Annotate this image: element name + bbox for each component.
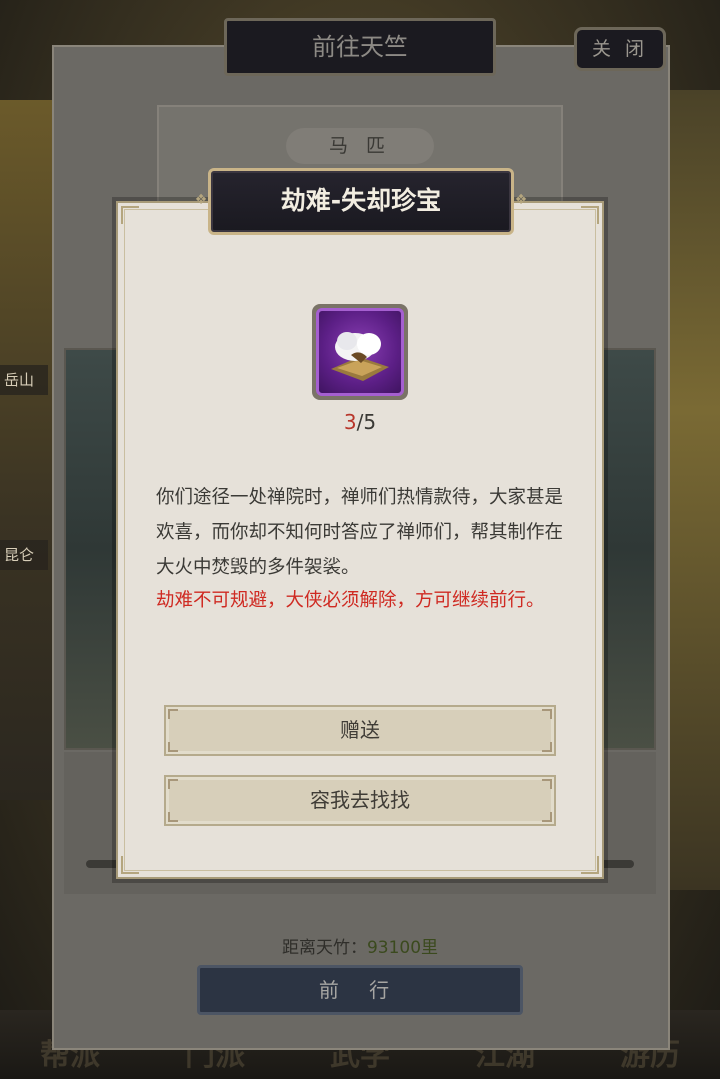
distance-label: 距离天竹： — [281, 938, 367, 958]
dialog-corner-ornament — [581, 856, 599, 874]
kasaya-item-icon — [316, 308, 404, 396]
left-map-strip — [0, 100, 55, 800]
map-location-label-1: 岳山 — [0, 365, 48, 395]
give-button-label: 赠送 — [340, 718, 380, 742]
button-corner — [168, 779, 178, 789]
button-corner — [168, 812, 178, 822]
close-button[interactable]: 关 闭 — [574, 27, 666, 71]
distance-value: 93100里 — [366, 938, 439, 958]
button-corner — [168, 742, 178, 752]
button-corner — [542, 779, 552, 789]
journey-window-title: 前往天竺 — [224, 18, 496, 76]
item-count: 3/5 — [0, 410, 720, 434]
button-corner — [542, 742, 552, 752]
go-forward-button[interactable]: 前 行 — [197, 965, 523, 1015]
item-count-have: 3 — [343, 410, 357, 434]
dialog-title: 劫难-失却珍宝 — [208, 168, 514, 235]
distance-readout: 距离天竹：93100里 — [0, 933, 720, 958]
dialog-corner-ornament — [121, 206, 139, 224]
button-corner — [168, 709, 178, 719]
dialog-corner-ornament — [581, 206, 599, 224]
calamity-description: 你们途径一处禅院时，禅师们热情款待，大家甚是欢喜，而你却不知何时答应了禅师们，帮… — [156, 487, 564, 578]
search-button-label: 容我去找找 — [310, 788, 410, 812]
dialog-corner-ornament — [121, 856, 139, 874]
kasaya-item-icon-art — [331, 332, 389, 381]
button-corner — [542, 709, 552, 719]
item-count-need: /5 — [356, 410, 377, 434]
calamity-warning: 劫难不可规避，大侠必须解除，方可继续前行。 — [156, 590, 545, 611]
button-corner — [542, 812, 552, 822]
give-button[interactable]: 赠送 — [164, 705, 556, 756]
horse-tab[interactable]: 马 匹 — [286, 128, 434, 164]
required-item-slot[interactable] — [312, 304, 408, 400]
right-map-strip — [665, 90, 720, 890]
map-location-label-2: 昆仑 — [0, 540, 48, 570]
search-button[interactable]: 容我去找找 — [164, 775, 556, 826]
